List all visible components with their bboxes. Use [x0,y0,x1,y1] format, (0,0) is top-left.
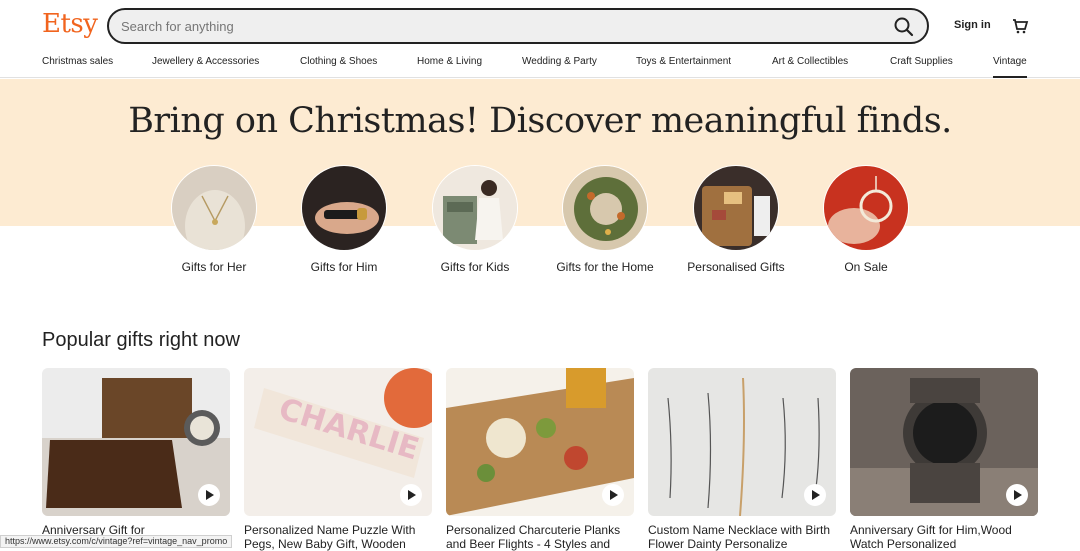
gifts-for-her-image[interactable] [171,165,257,251]
nav-toys[interactable]: Toys & Entertainment [636,56,731,78]
status-bar-url: https://www.etsy.com/c/vintage?ref=vinta… [0,535,233,548]
product-title[interactable]: Anniversary Gift for Him,Wood Watch Pers… [850,523,1038,551]
category-personalised-gifts[interactable]: Personalised Gifts [676,165,796,275]
nav-vintage[interactable]: Vintage [993,56,1027,78]
nav-clothing[interactable]: Clothing & Shoes [300,56,377,78]
hero-title: Bring on Christmas! Discover meaningful … [128,101,952,141]
product-title[interactable]: Custom Name Necklace with Birth Flower D… [648,523,836,551]
play-video-icon[interactable] [400,484,422,506]
product-title[interactable]: Personalized Name Puzzle With Pegs, New … [244,523,432,551]
category-gifts-for-him[interactable]: Gifts for Him [284,165,404,275]
section-title: Popular gifts right now [42,329,240,351]
product-image[interactable] [648,368,836,516]
personalised-gifts-image[interactable] [693,165,779,251]
search-icon[interactable] [893,16,915,38]
product-card[interactable]: Personalized Charcuterie Planks and Beer… [446,368,634,551]
product-title[interactable]: Personalized Charcuterie Planks and Beer… [446,523,634,551]
nav-art[interactable]: Art & Collectibles [772,56,848,78]
etsy-logo[interactable]: Etsy [42,9,98,39]
search-input[interactable] [121,17,881,35]
product-card[interactable]: Custom Name Necklace with Birth Flower D… [648,368,836,551]
product-card[interactable]: CHARLIE Personalized Name Puzzle With Pe… [244,368,432,551]
category-gifts-for-her[interactable]: Gifts for Her [154,165,274,275]
nav-christmas-sales[interactable]: Christmas sales [42,56,113,78]
play-video-icon[interactable] [198,484,220,506]
product-image[interactable] [850,368,1038,516]
play-video-icon[interactable] [1006,484,1028,506]
product-image[interactable] [446,368,634,516]
gifts-for-him-image[interactable] [301,165,387,251]
search-bar[interactable] [107,8,929,44]
cart-icon[interactable] [1011,16,1029,34]
nav-jewellery[interactable]: Jewellery & Accessories [152,56,259,78]
nav-craft[interactable]: Craft Supplies [890,56,953,78]
gifts-for-kids-image[interactable] [432,165,518,251]
category-nav: Christmas sales Jewellery & Accessories … [0,56,1080,78]
category-gifts-for-home[interactable]: Gifts for the Home [545,165,665,275]
site-header: Etsy Sign in Christmas sales Jewellery &… [0,0,1080,78]
play-video-icon[interactable] [602,484,624,506]
product-image[interactable]: CHARLIE [244,368,432,516]
nav-wedding[interactable]: Wedding & Party [522,56,597,78]
on-sale-image[interactable] [823,165,909,251]
play-video-icon[interactable] [804,484,826,506]
product-image[interactable] [42,368,230,516]
sign-in-link[interactable]: Sign in [954,19,991,31]
product-card[interactable]: Anniversary Gift for Him,Wood Watch Pers… [850,368,1038,551]
category-on-sale[interactable]: On Sale [806,165,926,275]
product-card[interactable]: Anniversary Gift for [42,368,230,548]
gifts-for-home-image[interactable] [562,165,648,251]
nav-home-living[interactable]: Home & Living [417,56,482,78]
category-gifts-for-kids[interactable]: Gifts for Kids [415,165,535,275]
